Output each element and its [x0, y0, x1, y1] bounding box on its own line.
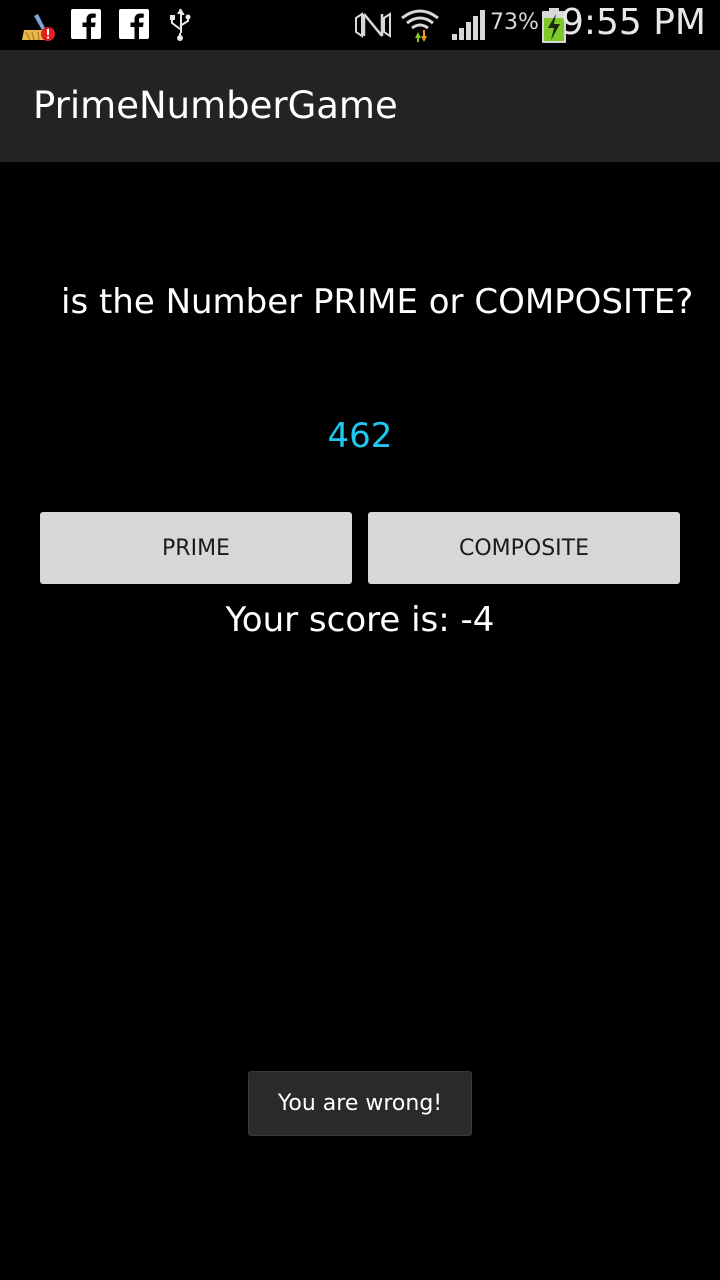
cleaner-alert-icon: [20, 10, 56, 46]
prime-button[interactable]: PRIME: [40, 512, 352, 584]
signal-icon: [450, 10, 486, 46]
clock: 9:55 PM: [560, 2, 706, 43]
number-display: 462: [327, 416, 393, 456]
wifi-icon: [400, 6, 440, 48]
usb-icon: [168, 7, 192, 47]
score-text: Your score is: -4: [225, 600, 495, 640]
facebook-icon: [119, 9, 149, 43]
facebook-icon: [71, 9, 101, 43]
app-screen: 73% 9:55 PM PrimeNumberGame is the Numbe…: [0, 0, 720, 1280]
toast-message: You are wrong!: [248, 1071, 472, 1136]
app-title: PrimeNumberGame: [33, 84, 398, 127]
status-bar: 73% 9:55 PM: [0, 0, 720, 50]
no-sim-icon: [352, 10, 394, 44]
action-bar: PrimeNumberGame: [0, 50, 720, 162]
question-text: is the Number PRIME or COMPOSITE?: [61, 282, 694, 322]
composite-button[interactable]: COMPOSITE: [368, 512, 680, 584]
battery-percent: 73%: [490, 10, 539, 35]
